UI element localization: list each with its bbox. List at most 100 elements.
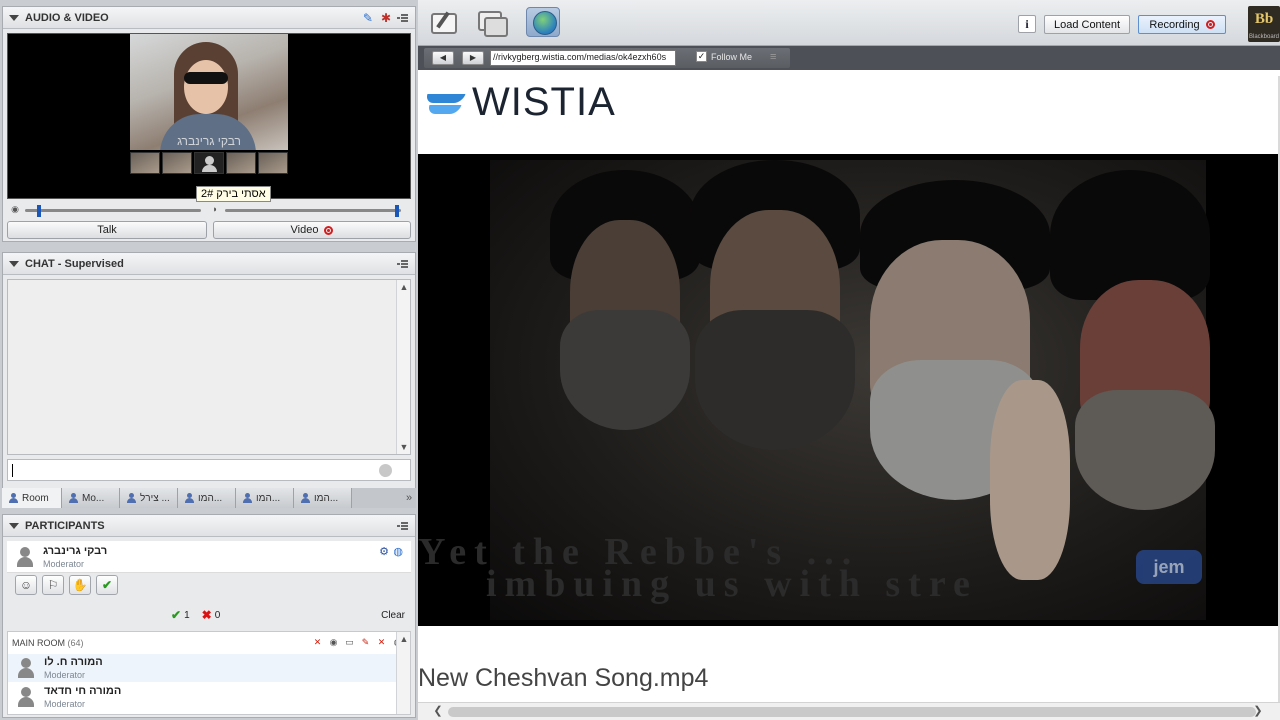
tab-label: המו... xyxy=(314,492,339,504)
emotion-button[interactable]: ☺ xyxy=(15,575,37,595)
url-field[interactable]: //rivkygberg.wistia.com/medias/ok4ezxh60… xyxy=(490,50,676,66)
video-setup-icon[interactable]: ✱ xyxy=(381,11,391,25)
chat-scrollbar[interactable]: ▲ ▼ xyxy=(396,280,410,454)
horizontal-scrollbar[interactable]: ❮ ❯ xyxy=(418,702,1280,720)
scroll-up-icon[interactable]: ▲ xyxy=(397,632,411,646)
share-permission-icon[interactable]: ✕ xyxy=(375,636,388,648)
whiteboard-icon[interactable] xyxy=(426,7,460,37)
follow-me-label: Follow Me xyxy=(711,51,753,62)
mic-volume-slider[interactable] xyxy=(25,205,201,217)
participant-name: המורה ח. לו xyxy=(44,656,103,668)
info-button[interactable]: i xyxy=(1018,15,1036,33)
clear-button[interactable]: Clear xyxy=(381,610,405,621)
video-thumbnail[interactable] xyxy=(162,152,192,174)
load-content-button[interactable]: Load Content xyxy=(1044,15,1130,34)
panel-menu-icon[interactable] xyxy=(397,259,409,269)
follow-me-toggle[interactable]: ✓ Follow Me xyxy=(696,51,752,62)
audio-video-panel: AUDIO & VIDEO ✎ ✱ רבקי גרינברג אסתי בירק… xyxy=(2,6,416,242)
menu-lines-icon[interactable]: ≡ xyxy=(770,51,776,63)
chat-log[interactable]: ▲ ▼ xyxy=(7,279,411,455)
chat-title: CHAT - Supervised xyxy=(25,257,124,270)
my-participant-row[interactable]: רבקי גרינברג Moderator ⚙ ◍ xyxy=(7,541,411,573)
audio-video-title: AUDIO & VIDEO xyxy=(25,11,109,24)
application-share-icon[interactable] xyxy=(474,7,508,37)
video-title: New Cheshvan Song.mp4 xyxy=(418,664,709,692)
room-controls: ✕ ◉ ▭ ✎ ✕ ◍ xyxy=(311,636,404,648)
emoticon-icon[interactable] xyxy=(379,464,392,477)
main-video-feed[interactable]: רבקי גרינברג xyxy=(130,34,288,150)
video-thumbnail[interactable] xyxy=(130,152,160,174)
talk-button[interactable]: Talk xyxy=(7,221,207,239)
video-permission-icon[interactable]: ◉ xyxy=(327,636,340,648)
scroll-left-icon[interactable]: ❮ xyxy=(430,703,446,720)
tab-private-chat[interactable]: המו... xyxy=(178,488,236,508)
scroll-up-icon[interactable]: ▲ xyxy=(397,280,411,294)
collapse-triangle-icon[interactable] xyxy=(9,260,19,267)
feedback-button[interactable]: ✔ xyxy=(96,575,118,595)
collapse-triangle-icon[interactable] xyxy=(9,14,19,21)
speaker-volume-slider[interactable] xyxy=(225,205,401,217)
person-glasses xyxy=(184,72,228,84)
list-item[interactable]: המורה חי חדאד Moderator xyxy=(8,683,396,711)
chat-tabs: Room Mo... צירל ... המו... המו... המו...… xyxy=(2,488,416,508)
audio-setup-icon[interactable]: ✎ xyxy=(363,11,373,25)
nav-controls: ◀ ▶ //rivkygberg.wistia.com/medias/ok4ez… xyxy=(424,48,790,68)
remove-audio-icon[interactable]: ✕ xyxy=(311,636,324,648)
list-item[interactable]: המורה ח. לו Moderator xyxy=(8,654,396,682)
video-thumbnails xyxy=(130,152,288,174)
web-tour-icon[interactable] xyxy=(526,7,560,37)
raise-hand-button[interactable]: ✋ xyxy=(69,575,91,595)
video-player[interactable]: jem Yet the Rebbe's ... imbuing us with … xyxy=(418,154,1278,626)
tab-label: Room xyxy=(22,492,49,504)
blackboard-logo: Bb Blackboard xyxy=(1248,6,1280,42)
beard-shape xyxy=(560,310,690,430)
participants-header[interactable]: PARTICIPANTS xyxy=(3,515,415,537)
video-thumbnail-avatar-icon[interactable] xyxy=(194,152,224,174)
back-arrow-icon[interactable]: ◀ xyxy=(432,51,454,65)
people-icon xyxy=(8,493,19,503)
tab-room[interactable]: Room xyxy=(2,488,62,508)
collapse-triangle-icon[interactable] xyxy=(9,522,19,529)
wistia-logo[interactable]: WISTIA xyxy=(426,80,616,125)
tab-private-chat[interactable]: צירל ... xyxy=(120,488,178,508)
hand-icon: ✋ xyxy=(72,578,88,592)
tab-moderators[interactable]: Mo... xyxy=(62,488,120,508)
chat-header[interactable]: CHAT - Supervised xyxy=(3,253,415,275)
chat-input[interactable] xyxy=(7,459,411,481)
more-tabs-icon[interactable]: » xyxy=(402,488,416,508)
recording-button[interactable]: Recording xyxy=(1138,15,1226,34)
chat-permission-icon[interactable]: ▭ xyxy=(343,636,356,648)
panel-menu-icon[interactable] xyxy=(397,13,409,23)
tab-private-chat[interactable]: המו... xyxy=(236,488,294,508)
scroll-down-icon[interactable]: ▼ xyxy=(397,440,411,454)
scrollbar-thumb[interactable] xyxy=(448,707,1256,717)
panel-menu-icon[interactable] xyxy=(397,521,409,531)
video-thumbnail[interactable] xyxy=(226,152,256,174)
audio-video-header[interactable]: AUDIO & VIDEO ✎ ✱ xyxy=(3,7,415,29)
text-caret xyxy=(12,464,13,477)
tab-private-chat[interactable]: המו... xyxy=(294,488,352,508)
speaker-slider-knob[interactable] xyxy=(395,205,400,217)
feedback-counts: ✔ 1 ✖ 0 Clear xyxy=(7,605,411,625)
step-away-button[interactable]: ⚐ xyxy=(42,575,64,595)
video-thumbnail[interactable] xyxy=(258,152,288,174)
content-toolbar: i Load Content Recording Bb Blackboard xyxy=(418,0,1280,46)
participants-scrollbar[interactable]: ▲ xyxy=(396,632,410,714)
beard-shape xyxy=(1075,390,1215,510)
left-sidebar: AUDIO & VIDEO ✎ ✱ רבקי גרינברג אסתי בירק… xyxy=(0,0,418,720)
wistia-brand: WISTIA xyxy=(472,80,616,124)
room-count: (64) xyxy=(67,638,84,648)
talk-label: Talk xyxy=(97,224,117,236)
record-icon xyxy=(1205,20,1215,29)
load-content-label: Load Content xyxy=(1053,18,1121,31)
draw-permission-icon[interactable]: ✎ xyxy=(359,636,372,648)
scroll-right-icon[interactable]: ❯ xyxy=(1250,703,1266,720)
person-face xyxy=(184,60,228,114)
people-icon xyxy=(242,493,253,503)
follow-me-checkbox[interactable]: ✓ xyxy=(696,51,707,62)
forward-arrow-icon[interactable]: ▶ xyxy=(462,51,484,65)
participants-panel: PARTICIPANTS רבקי גרינברג Moderator ⚙ ◍ … xyxy=(2,514,416,718)
my-role: Moderator xyxy=(43,559,85,569)
mic-slider-knob[interactable] xyxy=(37,205,42,217)
video-button[interactable]: Video xyxy=(213,221,411,239)
